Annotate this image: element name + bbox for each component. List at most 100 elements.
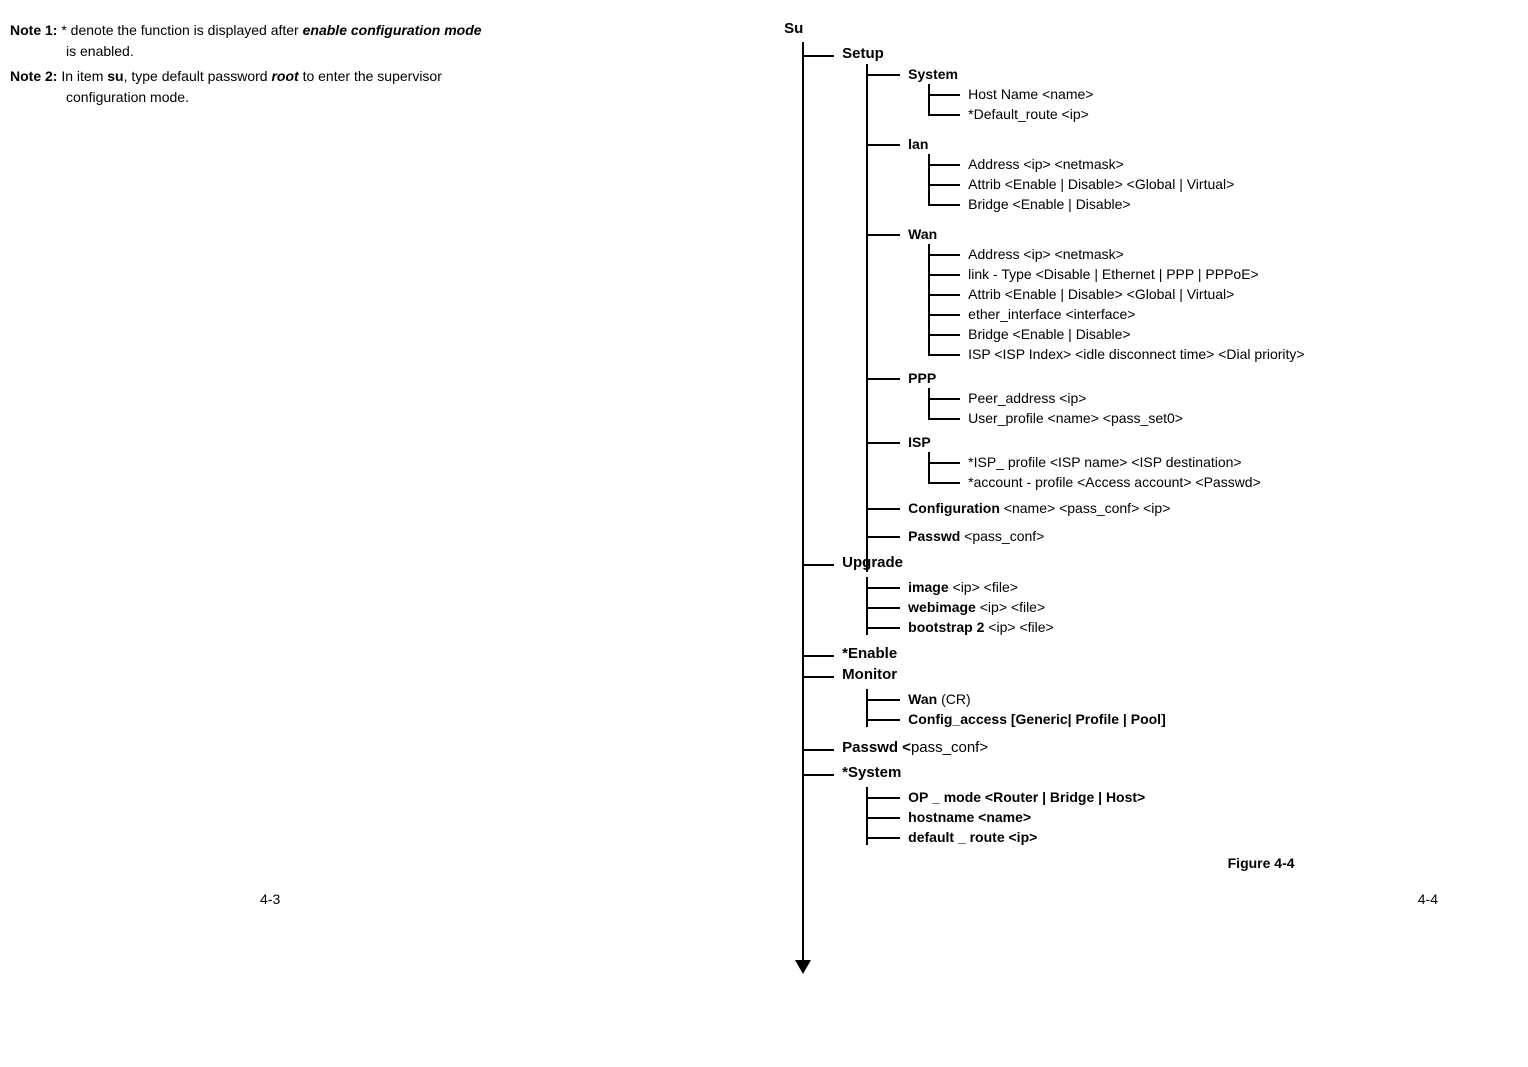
- note-2-su: su: [107, 68, 123, 84]
- lan-label: lan: [908, 136, 928, 152]
- tree-column: Su Setup System Host Name <name> *Defa: [764, 20, 1518, 871]
- note-1-label: Note 1:: [10, 22, 57, 38]
- wan-item-3: ether_interface <interface>: [928, 304, 1518, 324]
- ppp-t0: Peer_address <ip>: [968, 390, 1086, 406]
- sp-n: <pass_conf>: [960, 528, 1044, 544]
- wan-item-2: Attrib <Enable | Disable> <Global | Virt…: [928, 284, 1518, 304]
- note-1-text-a: * denote the function is displayed after: [57, 22, 302, 38]
- wan-t4: Bridge <Enable | Disable>: [968, 326, 1130, 342]
- upg-n2: <ip> <file>: [984, 619, 1053, 635]
- passwd-label: Passwd <pass_conf>: [842, 739, 1518, 756]
- l1-passwd: Passwd <pass_conf>: [802, 739, 1518, 756]
- wan-t0: Address <ip> <netmask>: [968, 246, 1124, 262]
- page-left: 4-3: [260, 891, 280, 907]
- l1-setup: Setup System Host Name <name> *Default_r…: [802, 45, 1518, 546]
- sys-default-route: default _ route <ip>: [866, 827, 1518, 847]
- l1-enable: *Enable: [802, 645, 1518, 662]
- upg-b1: webimage: [908, 599, 976, 615]
- note-2-a: In item: [57, 68, 107, 84]
- sys-t2: default _ route <ip>: [908, 829, 1037, 845]
- sp-b: Passwd: [908, 528, 960, 544]
- setup-ppp: PPP Peer_address <ip> User_profile <name…: [866, 368, 1518, 428]
- pw-b: Passwd <: [842, 739, 911, 756]
- wan-item-5: ISP <ISP Index> <idle disconnect time> <…: [928, 344, 1518, 364]
- setup-lan: lan Address <ip> <netmask> Attrib <Enabl…: [866, 134, 1518, 214]
- wan-t3: ether_interface <interface>: [968, 306, 1135, 322]
- l1-system: *System OP _ mode <Router | Bridge | Hos…: [802, 764, 1518, 847]
- mon-wan-b: Wan: [908, 691, 937, 707]
- system-label: System: [908, 66, 958, 82]
- system-item-1: *Default_route <ip>: [968, 106, 1089, 122]
- pw-n: pass_conf>: [911, 739, 988, 756]
- wan-item-1: link - Type <Disable | Ethernet | PPP | …: [928, 264, 1518, 284]
- system2-children: OP _ mode <Router | Bridge | Host> hostn…: [866, 787, 1518, 847]
- lan-t1: Attrib <Enable | Disable> <Global | Virt…: [968, 176, 1234, 192]
- wan-children: Address <ip> <netmask> link - Type <Disa…: [928, 244, 1518, 364]
- sys-t1: hostname <name>: [908, 809, 1031, 825]
- upgrade-bootstrap: bootstrap 2 <ip> <file>: [866, 617, 1518, 637]
- isp-children: *ISP_ profile <ISP name> <ISP destinatio…: [928, 452, 1518, 492]
- wan-item-4: Bridge <Enable | Disable>: [928, 324, 1518, 344]
- system2-label: *System: [842, 764, 1518, 781]
- upgrade-image: image <ip> <file>: [866, 577, 1518, 597]
- system-children: Host Name <name> *Default_route <ip>: [928, 84, 1518, 124]
- isp-label: ISP: [908, 434, 931, 450]
- system-default-route: *Default_route <ip>: [928, 104, 1518, 124]
- upgrade-children: image <ip> <file> webimage <ip> <file> b…: [866, 577, 1518, 637]
- note-2: Note 2: In item su, type default passwor…: [10, 66, 724, 108]
- wan-t1: link - Type <Disable | Ethernet | PPP | …: [968, 266, 1259, 282]
- note-2-c: , type default password: [124, 68, 272, 84]
- setup-configuration: Configuration <name> <pass_conf> <ip>: [866, 498, 1518, 518]
- system-hostname: Host Name <name>: [928, 84, 1518, 104]
- note-2-f: configuration mode.: [66, 87, 724, 108]
- configuration-label: Configuration <name> <pass_conf> <ip>: [908, 500, 1170, 516]
- wan-t5: ISP <ISP Index> <idle disconnect time> <…: [968, 346, 1304, 362]
- setup-passwd: Passwd <pass_conf>: [866, 526, 1518, 546]
- setup-isp: ISP *ISP_ profile <ISP name> <ISP destin…: [866, 432, 1518, 492]
- ppp-children: Peer_address <ip> User_profile <name> <p…: [928, 388, 1518, 428]
- isp-t1: *account - profile <Access account> <Pas…: [968, 474, 1261, 490]
- lan-item-1: Attrib <Enable | Disable> <Global | Virt…: [928, 174, 1518, 194]
- tree-root: Su: [784, 20, 1518, 37]
- system-item-0: Host Name <name>: [968, 86, 1093, 102]
- note-2-label: Note 2:: [10, 68, 57, 84]
- setup-label: Setup: [842, 45, 1518, 62]
- isp-t0: *ISP_ profile <ISP name> <ISP destinatio…: [968, 454, 1241, 470]
- setup-wan: Wan Address <ip> <netmask> link - Type <…: [866, 224, 1518, 364]
- setup-children: System Host Name <name> *Default_route <…: [866, 64, 1518, 546]
- level-1: Setup System Host Name <name> *Default_r…: [802, 39, 1518, 847]
- wan-item-0: Address <ip> <netmask>: [928, 244, 1518, 264]
- upg-n0: <ip> <file>: [949, 579, 1018, 595]
- footer: 4-3 4-4: [10, 891, 1518, 907]
- lan-item-2: Bridge <Enable | Disable>: [928, 194, 1518, 214]
- lan-t0: Address <ip> <netmask>: [968, 156, 1124, 172]
- monitor-children: Wan (CR) Config_access [Generic| Profile…: [866, 689, 1518, 729]
- wan-t2: Attrib <Enable | Disable> <Global | Virt…: [968, 286, 1234, 302]
- monitor-config: Config_access [Generic| Profile | Pool]: [866, 709, 1518, 729]
- enable-label: *Enable: [842, 645, 1518, 662]
- sys-hostname: hostname <name>: [866, 807, 1518, 827]
- ppp-item-0: Peer_address <ip>: [928, 388, 1518, 408]
- l1-monitor: Monitor Wan (CR) Config_access [Generic|…: [802, 666, 1518, 729]
- note-1: Note 1: * denote the function is display…: [10, 20, 724, 62]
- mon-config: Config_access [Generic| Profile | Pool]: [908, 711, 1166, 727]
- lan-children: Address <ip> <netmask> Attrib <Enable | …: [928, 154, 1518, 214]
- ppp-label: PPP: [908, 370, 936, 386]
- notes-column: Note 1: * denote the function is display…: [10, 20, 724, 871]
- isp-item-0: *ISP_ profile <ISP name> <ISP destinatio…: [928, 452, 1518, 472]
- note-2-root: root: [271, 68, 298, 84]
- conf-n: <name> <pass_conf> <ip>: [1000, 500, 1170, 516]
- note-1-text-c: is enabled.: [66, 41, 724, 62]
- figure-caption: Figure 4-4: [1004, 855, 1518, 871]
- isp-item-1: *account - profile <Access account> <Pas…: [928, 472, 1518, 492]
- conf-b: Configuration: [908, 500, 1000, 516]
- arrow-down-icon: [795, 960, 811, 974]
- wan-label: Wan: [908, 226, 937, 242]
- lan-item-0: Address <ip> <netmask>: [928, 154, 1518, 174]
- lan-t2: Bridge <Enable | Disable>: [968, 196, 1130, 212]
- setup-passwd-label: Passwd <pass_conf>: [908, 528, 1044, 544]
- ppp-item-1: User_profile <name> <pass_set0>: [928, 408, 1518, 428]
- sys-opmode: OP _ mode <Router | Bridge | Host>: [866, 787, 1518, 807]
- monitor-wan: Wan (CR): [866, 689, 1518, 709]
- upg-n1: <ip> <file>: [976, 599, 1045, 615]
